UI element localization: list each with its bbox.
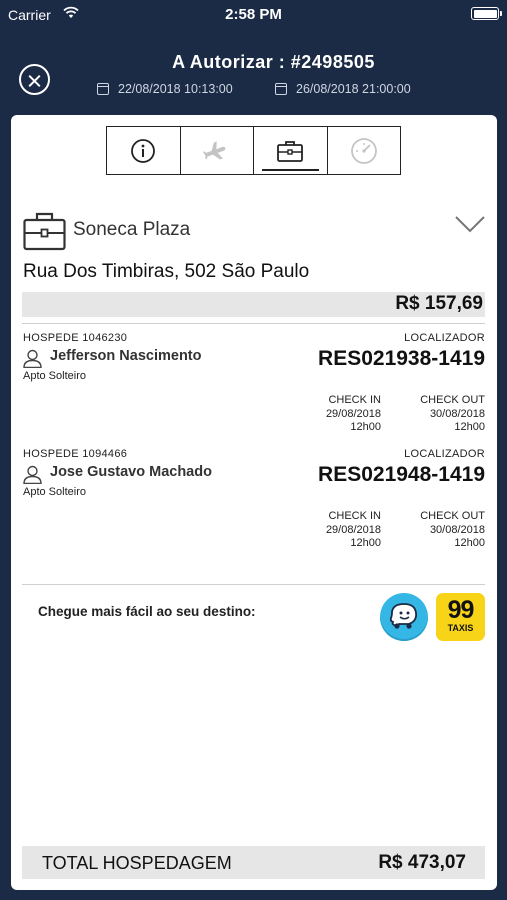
checkout-label: CHECK OUT xyxy=(420,510,485,522)
airplane-icon xyxy=(202,141,226,159)
end-date-value: 26/08/2018 21:00:00 xyxy=(296,82,411,96)
info-icon xyxy=(131,138,156,163)
locator-label: LOCALIZADOR xyxy=(404,332,485,344)
total-label: TOTAL HOSPEDAGEM xyxy=(42,853,232,873)
calendar-icon xyxy=(275,83,287,95)
checkin-date: 29/08/2018 xyxy=(325,407,381,420)
hotel-name: Soneca Plaza xyxy=(73,219,191,240)
briefcase-icon xyxy=(277,140,304,162)
speedometer-icon xyxy=(350,137,377,164)
locator-code: RES021948-1419 xyxy=(318,463,485,486)
person-icon xyxy=(23,465,42,484)
waze-icon xyxy=(389,603,418,629)
chevron-down-icon[interactable] xyxy=(455,215,485,233)
tab-hotel[interactable] xyxy=(254,127,328,174)
room-type: Apto Solteiro xyxy=(23,486,86,498)
tab-flight[interactable] xyxy=(181,127,254,174)
hotel-address: Rua Dos Timbiras, 502 São Paulo xyxy=(23,261,310,282)
start-date: 22/08/2018 10:13:00 xyxy=(97,82,233,96)
locator-code: RES021938-1419 xyxy=(318,347,485,370)
price-bar: R$ 157,69 xyxy=(22,292,485,317)
guest-id: HOSPEDE 1094466 xyxy=(23,448,128,460)
tab-info[interactable] xyxy=(107,127,181,174)
checkin: CHECK IN 29/08/2018 12h00 xyxy=(326,394,381,435)
segment-tabs xyxy=(106,126,401,175)
divider xyxy=(22,323,485,324)
checkin-time: 12h00 xyxy=(350,537,381,549)
checkin-time: 12h00 xyxy=(350,421,381,433)
checkout: CHECK OUT 30/08/2018 12h00 xyxy=(420,394,485,435)
checkout-time: 12h00 xyxy=(454,537,485,549)
total-bar: TOTAL HOSPEDAGEM R$ 473,07 xyxy=(22,846,485,879)
hotel-header[interactable]: Soneca Plaza xyxy=(23,211,485,251)
divider xyxy=(22,584,485,585)
guest-item: HOSPEDE 1094466 Jose Gustavo Machado Apt… xyxy=(23,448,485,558)
checkout: CHECK OUT 30/08/2018 12h00 xyxy=(420,510,485,551)
checkin-date: 29/08/2018 xyxy=(325,523,381,536)
calendar-icon xyxy=(97,83,109,95)
checkin-label: CHECK IN xyxy=(328,394,381,406)
status-bar: Carrier 2:58 PM xyxy=(0,0,507,30)
page-title: A Autorizar : #2498505 xyxy=(172,52,375,72)
guest-id: HOSPEDE 1046230 xyxy=(23,332,128,344)
checkin: CHECK IN 29/08/2018 12h00 xyxy=(326,510,381,551)
start-date-value: 22/08/2018 10:13:00 xyxy=(118,82,233,96)
guest-item: HOSPEDE 1046230 Jefferson Nascimento Apt… xyxy=(23,332,485,442)
waze-button[interactable] xyxy=(380,593,428,641)
briefcase-icon xyxy=(23,212,66,251)
checkout-date: 30/08/2018 xyxy=(429,407,485,420)
taxi-logo-number: 99 xyxy=(447,596,475,624)
checkout-date: 30/08/2018 xyxy=(429,523,485,536)
checkout-time: 12h00 xyxy=(454,421,485,433)
hotel-price: R$ 157,69 xyxy=(395,293,483,314)
checkout-label: CHECK OUT xyxy=(420,394,485,406)
guest-name: Jose Gustavo Machado xyxy=(50,464,212,480)
taxi-logo-label: TAXIS xyxy=(447,623,474,633)
end-date: 26/08/2018 21:00:00 xyxy=(275,82,411,96)
battery-icon xyxy=(471,7,502,20)
99-taxis-button[interactable]: 99 TAXIS xyxy=(436,593,485,641)
locator-label: LOCALIZADOR xyxy=(404,448,485,460)
booking-card: Soneca Plaza Rua Dos Timbiras, 502 São P… xyxy=(11,115,497,890)
tab-transfer[interactable] xyxy=(328,127,401,174)
route-prompt: Chegue mais fácil ao seu destino: xyxy=(38,604,256,619)
total-value: R$ 473,07 xyxy=(378,852,466,873)
guest-name: Jefferson Nascimento xyxy=(50,348,202,364)
person-icon xyxy=(23,349,42,368)
room-type: Apto Solteiro xyxy=(23,370,86,382)
checkin-label: CHECK IN xyxy=(328,510,381,522)
status-time: 2:58 PM xyxy=(225,6,282,23)
